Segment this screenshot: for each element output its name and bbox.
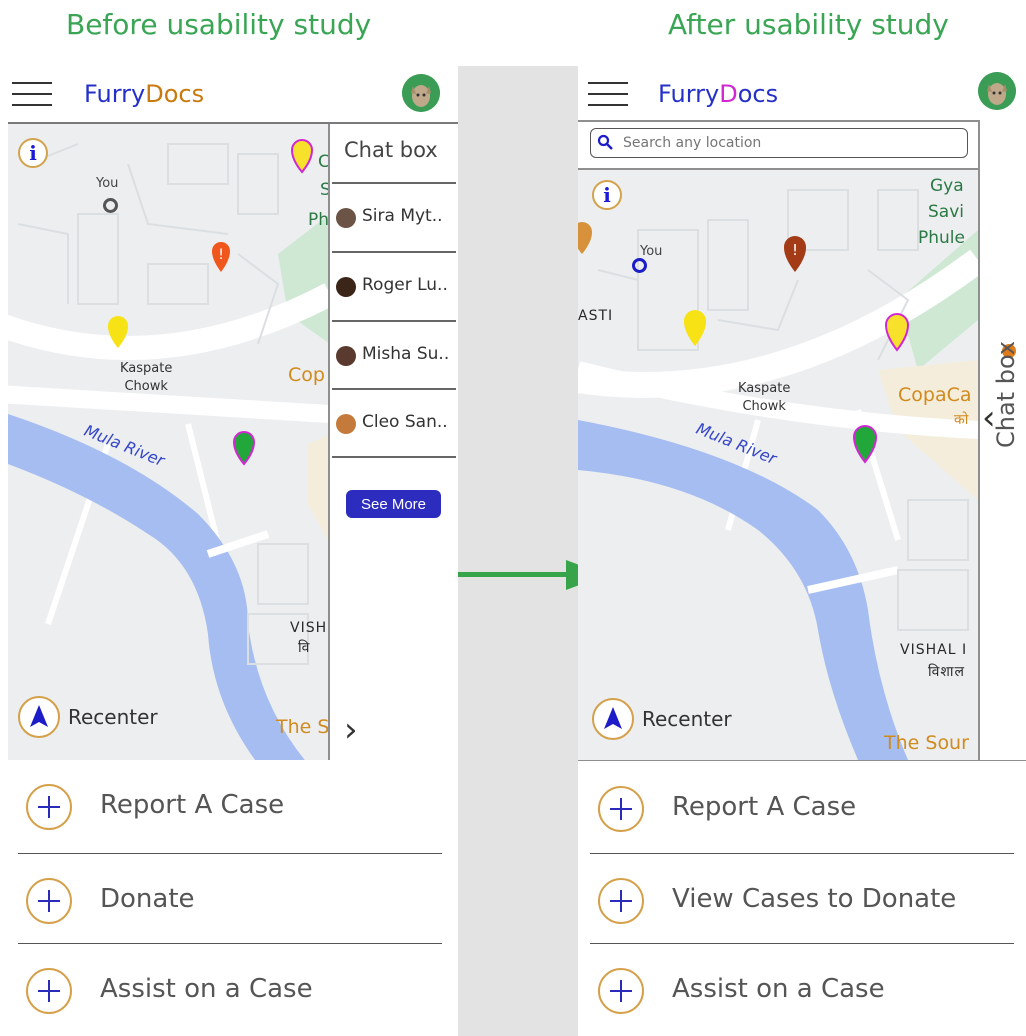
asti-label: ASTI (578, 308, 614, 324)
plus-icon (598, 968, 644, 1014)
user-location-marker (103, 198, 118, 213)
orange-pin[interactable] (578, 220, 594, 256)
savi-label: Savi (928, 202, 964, 222)
avatar (336, 277, 356, 297)
after-heading: After usability study (668, 8, 949, 41)
the-sour-label: The Sour (884, 732, 969, 754)
after-screen: FurryDocs Search any location i You ASTI… (578, 66, 1026, 1036)
before-heading: Before usability study (66, 8, 372, 41)
see-more-button[interactable]: See More (346, 490, 441, 518)
yellow-pin[interactable] (106, 314, 130, 350)
info-icon[interactable]: i (18, 138, 48, 168)
plus-icon (598, 786, 644, 832)
menu-icon[interactable] (12, 80, 52, 108)
map-bottom-divider (578, 760, 1026, 761)
action-divider (18, 943, 442, 944)
map-view[interactable]: i You ASTI Kaspate Chowk Mula River Copa… (578, 170, 978, 760)
map-view[interactable]: i You Kaspate Chowk Mula River Cop VISH … (8, 124, 330, 760)
gya-label: Gya (930, 176, 964, 196)
avatar[interactable] (402, 74, 440, 112)
chat-tab[interactable]: Chat box ‹ (978, 122, 1026, 760)
chat-tab-label: Chat box (992, 340, 1020, 448)
plus-icon (26, 878, 72, 924)
svg-text:!: ! (218, 247, 224, 263)
vishal-hindi-label: विशाल (928, 664, 966, 680)
you-label: You (96, 176, 119, 191)
yellow-pin-highlighted[interactable] (290, 138, 314, 174)
navigation-icon (18, 696, 60, 738)
kaspate-chowk-label: Kaspate Chowk (738, 381, 791, 414)
green-pin[interactable] (852, 424, 878, 464)
ph-label: Ph (308, 210, 330, 230)
the-s-label: The S (276, 716, 330, 738)
app-header: FurryDocs (8, 66, 458, 124)
brand-logo: FurryDocs (658, 80, 779, 108)
chat-panel: Chat box Sira Myt.. Roger Lu.. Misha Su.… (328, 124, 458, 760)
chat-divider (332, 456, 456, 458)
you-label: You (640, 244, 663, 259)
alert-pin[interactable]: ! (210, 240, 232, 274)
report-case-button[interactable]: Report A Case (590, 774, 1020, 844)
chat-item[interactable]: Cleo San.. (332, 388, 456, 458)
divider-gutter (458, 66, 578, 1036)
action-divider (18, 853, 442, 854)
copa-label: Cop (288, 364, 325, 386)
header-divider (578, 120, 980, 122)
user-location-marker (632, 258, 647, 273)
yellow-pin[interactable] (682, 308, 708, 348)
recenter-button[interactable]: Recenter (592, 698, 792, 740)
phule-label: Phule (918, 228, 965, 248)
chevron-left-icon[interactable]: ‹ (982, 398, 996, 438)
chevron-right-icon[interactable]: › (344, 710, 358, 750)
chat-item[interactable]: Sira Myt.. (332, 182, 456, 252)
alert-pin[interactable]: ! (782, 234, 808, 274)
search-bar[interactable] (590, 128, 968, 158)
assist-case-button[interactable]: Assist on a Case (18, 956, 448, 1026)
green-pin[interactable] (232, 430, 256, 466)
navigation-icon (592, 698, 634, 740)
app-header: FurryDocs (578, 66, 1026, 120)
avatar (336, 208, 356, 228)
action-divider (590, 943, 1014, 944)
avatar (336, 346, 356, 366)
action-divider (590, 853, 1014, 854)
yellow-pin-highlighted[interactable] (884, 312, 910, 352)
copa-hindi-label: को (954, 412, 970, 428)
brand-logo: FurryDocs (84, 80, 205, 108)
assist-case-button[interactable]: Assist on a Case (590, 956, 1020, 1026)
avatar (336, 414, 356, 434)
svg-text:!: ! (792, 241, 798, 259)
plus-icon (598, 878, 644, 924)
recenter-button[interactable]: Recenter (18, 696, 218, 738)
chat-item[interactable]: Roger Lu.. (332, 251, 456, 321)
vishal-label: VISH (290, 620, 328, 636)
menu-icon[interactable] (588, 80, 628, 108)
map-background (8, 124, 330, 760)
before-screen: FurryDocs i You Kaspate Chowk Mula River… (8, 66, 458, 1036)
chat-title: Chat box (344, 138, 438, 162)
plus-icon (26, 784, 72, 830)
kaspate-chowk-label: Kaspate Chowk (120, 361, 173, 394)
avatar[interactable] (978, 72, 1016, 110)
info-icon[interactable]: i (592, 180, 622, 210)
vishal-label: VISHAL I (900, 642, 968, 658)
copa-label: CopaCa (898, 384, 972, 406)
chat-item[interactable]: Misha Su.. (332, 320, 456, 390)
donate-button[interactable]: Donate (18, 866, 448, 936)
report-case-button[interactable]: Report A Case (18, 772, 448, 842)
plus-icon (26, 968, 72, 1014)
vishal-hindi-label: वि (298, 640, 311, 656)
view-cases-donate-button[interactable]: View Cases to Donate (590, 866, 1020, 936)
search-input[interactable] (621, 132, 955, 154)
search-icon (597, 134, 613, 150)
